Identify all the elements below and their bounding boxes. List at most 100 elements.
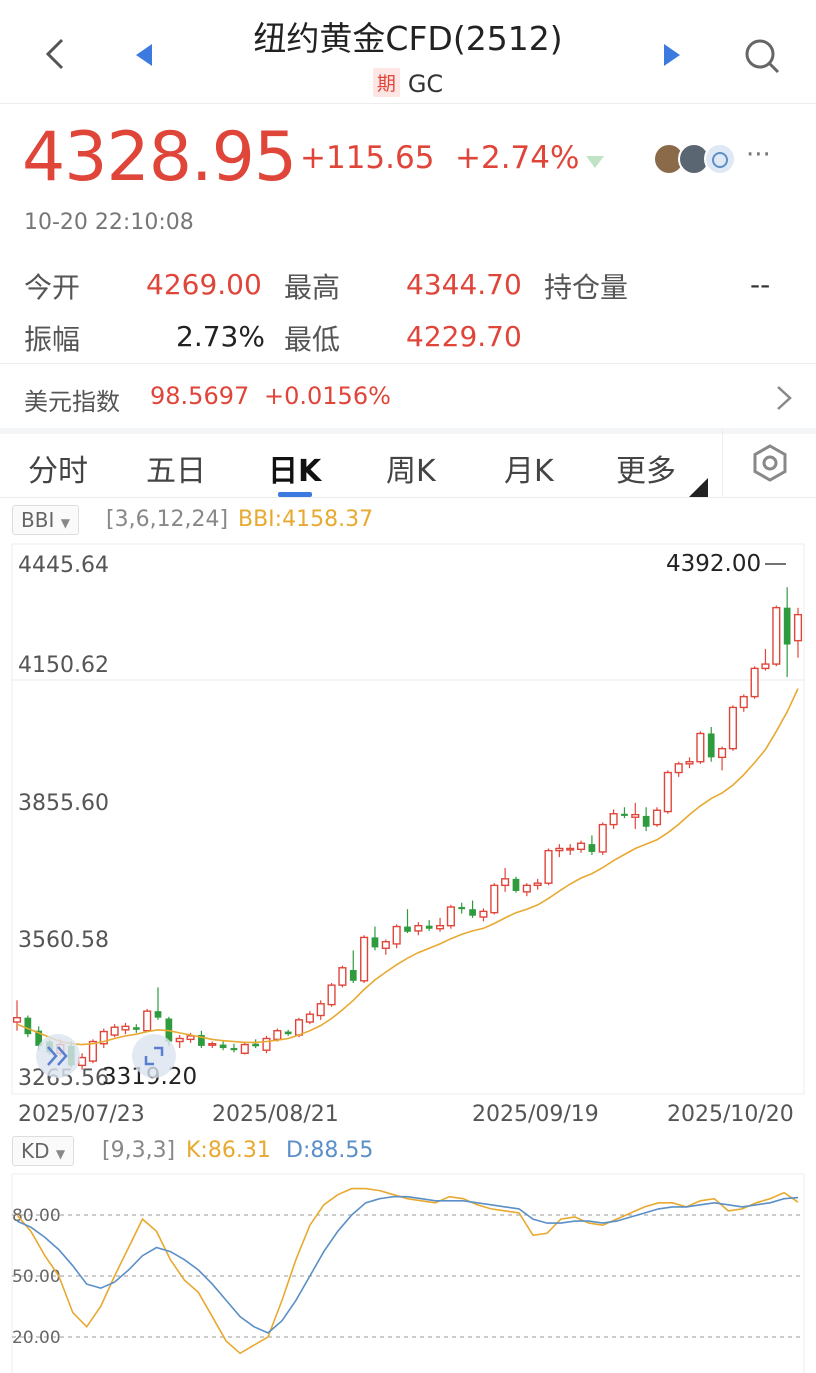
high-label: 最高: [284, 271, 341, 304]
candle-body: [305, 1013, 314, 1023]
bbi-params: [3,6,12,24]: [106, 507, 229, 532]
usd-index-value: 98.5697: [150, 382, 250, 410]
double-chevron-right-icon: [47, 1046, 68, 1066]
x-tick-label: 2025/10/20: [667, 1102, 794, 1127]
price-change-pct: +2.74%: [455, 140, 580, 176]
chevron-down-icon: ▼: [60, 516, 70, 530]
candle-body: [284, 1031, 292, 1035]
candle-body: [663, 771, 672, 813]
bbi-value: BBI:4158.37: [238, 507, 374, 532]
y-tick-label: 3560.58: [18, 928, 109, 953]
candle-body: [338, 967, 347, 986]
low-label: 最低: [284, 323, 341, 356]
candlestick-chart[interactable]: 4445.64 4150.62 3855.60 3560.58 3265.56 …: [0, 540, 816, 1130]
community-avatars[interactable]: [652, 142, 736, 176]
candle-body: [435, 924, 445, 930]
y-tick-label: 3855.60: [18, 791, 109, 816]
open-label: 今开: [24, 271, 81, 304]
kd-params: [9,3,3]: [102, 1138, 176, 1163]
y-tick-label: 4150.62: [18, 653, 109, 678]
candle-body: [652, 809, 662, 826]
candle-body: [327, 984, 336, 1006]
candle-body: [598, 823, 607, 853]
kd-y-tick-label: 80.00: [12, 1206, 61, 1226]
candle-body: [121, 1025, 130, 1031]
candle-body: [360, 936, 369, 982]
candle-body: [512, 878, 520, 891]
candle-body: [685, 760, 694, 765]
high-value: 4344.70: [406, 268, 522, 301]
candle-body: [219, 1044, 227, 1049]
amplitude-value: 2.73%: [176, 320, 265, 353]
y-tick-label: 4445.64: [18, 553, 109, 578]
open-interest-value: --: [750, 268, 771, 301]
candle-body: [143, 1010, 152, 1032]
more-options-button[interactable]: ···: [746, 140, 771, 170]
candle-body: [316, 1003, 325, 1017]
avatar-group-icon: [653, 143, 736, 175]
k-value: K:86.31: [186, 1138, 271, 1163]
candle-body: [252, 1043, 260, 1047]
kd-y-tick-label: 50.00: [12, 1267, 61, 1287]
search-button[interactable]: [742, 36, 782, 76]
candle-body: [349, 969, 357, 981]
candle-body: [555, 847, 564, 852]
candle-body: [12, 1016, 22, 1023]
candle-body: [469, 909, 476, 916]
last-price: 4328.95: [22, 118, 297, 197]
candle-body: [479, 910, 488, 918]
candle-body: [208, 1043, 217, 1046]
candle-body: [728, 706, 737, 750]
amplitude-label: 振幅: [24, 323, 81, 356]
candle-body: [609, 813, 618, 826]
sub-indicator-select[interactable]: KD ▼: [12, 1136, 75, 1166]
chevron-down-icon: ▼: [55, 1147, 66, 1161]
usd-index-row[interactable]: 美元指数 98.5697 +0.0156%: [0, 364, 816, 428]
candle-body: [175, 1037, 184, 1043]
tab-intraday[interactable]: 分时: [28, 446, 88, 490]
candle-body: [750, 667, 759, 698]
candle-body: [718, 747, 727, 759]
candle-body: [576, 842, 586, 851]
candle-body: [490, 884, 499, 914]
candle-body: [522, 884, 531, 893]
fullscreen-button[interactable]: [132, 1034, 176, 1078]
candle-body: [772, 606, 781, 665]
expand-icon: [144, 1046, 164, 1066]
search-icon: [745, 39, 780, 74]
candle-body: [621, 813, 628, 816]
x-tick-label: 2025/07/23: [18, 1102, 145, 1127]
chevron-right-icon: [777, 386, 792, 410]
tab-monthly-k[interactable]: 月K: [504, 446, 554, 490]
candle-body: [425, 925, 433, 929]
tab-more[interactable]: 更多: [616, 446, 676, 490]
candle-body: [501, 878, 510, 887]
candle-body: [294, 1019, 304, 1036]
d-value: D:88.55: [286, 1138, 374, 1163]
contract-code: 期 GC: [0, 68, 816, 98]
d-line: [16, 1195, 799, 1334]
x-tick-label: 2025/09/19: [472, 1102, 599, 1127]
candle-body: [371, 937, 379, 948]
candle-body: [588, 844, 596, 852]
chart-settings-button[interactable]: [722, 428, 816, 498]
candle-body: [381, 941, 390, 949]
tab-five-day[interactable]: 五日: [146, 446, 206, 490]
open-interest-label: 持仓量: [544, 271, 629, 304]
candle-body: [642, 815, 650, 827]
main-indicator-select[interactable]: BBI ▼: [12, 505, 79, 535]
kd-chart[interactable]: 80.00 50.00 20.00: [0, 1172, 816, 1373]
trend-arrow-icon: [584, 148, 606, 176]
tab-weekly-k[interactable]: 周K: [386, 446, 436, 490]
usd-index-change: +0.0156%: [264, 382, 391, 410]
fast-forward-button[interactable]: [36, 1034, 80, 1078]
next-contract-button[interactable]: [660, 42, 684, 68]
candle-body: [404, 926, 411, 932]
usd-index-label: 美元指数: [24, 388, 120, 416]
candle-body: [240, 1043, 249, 1054]
page-title: 纽约黄金CFD(2512): [253, 19, 563, 58]
candle-body: [783, 607, 791, 645]
candle-body: [761, 663, 770, 670]
candle-body: [24, 1017, 32, 1035]
tab-daily-k[interactable]: 日K: [268, 446, 321, 490]
